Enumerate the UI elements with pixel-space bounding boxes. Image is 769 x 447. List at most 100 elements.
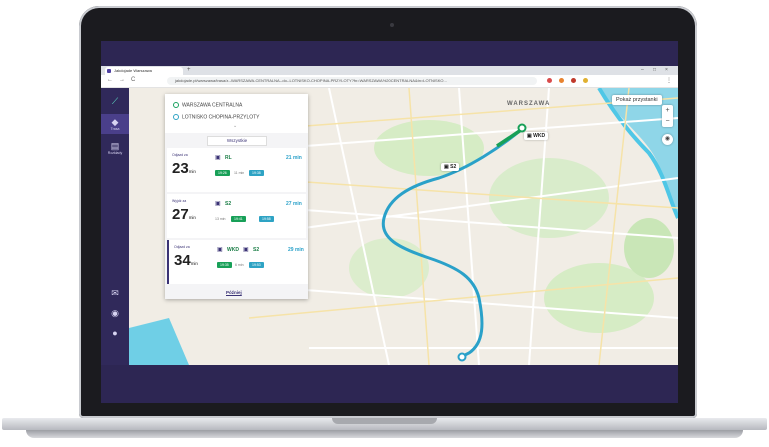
train-icon: ▣ bbox=[217, 247, 223, 253]
time-badge: 19:35 bbox=[217, 262, 232, 268]
park-area bbox=[624, 218, 674, 278]
result-item[interactable]: Odjazd za 34min ▣ WKD ▣ S2 29 min 19:35 … bbox=[167, 240, 308, 284]
sidebar-item-mail[interactable]: ✉ bbox=[101, 288, 129, 302]
laptop-base bbox=[0, 418, 769, 447]
app-area: ⟋ ◆ Trasa ▤ Rozkłady ✉ ◉ ● WARSZAWA ▣ WK… bbox=[101, 88, 678, 365]
results-list: Wszystkie Odjazd za 23min ▣ RL 21 min 19… bbox=[165, 133, 308, 299]
route-line-walk bbox=[496, 128, 524, 148]
zoom-control: + − bbox=[662, 105, 673, 127]
chevron-down-icon[interactable]: ⌄ bbox=[233, 123, 237, 129]
route-icon: ⟋ bbox=[111, 96, 119, 106]
android-icon: ◉ bbox=[111, 308, 119, 318]
duration: 21 min bbox=[286, 155, 302, 161]
back-button[interactable]: ← bbox=[107, 77, 113, 83]
sidebar-item-trasa[interactable]: ◆ Trasa bbox=[101, 114, 129, 134]
line-name: S2 bbox=[225, 201, 232, 207]
duration: 27 min bbox=[286, 201, 302, 207]
url-field[interactable]: jakdojade.pl/warszawa/trasa/z--WARSZAWA-… bbox=[167, 77, 537, 85]
leave-value: 34min bbox=[174, 252, 198, 269]
time-badge: 19:53 bbox=[249, 262, 264, 268]
sidebar-item-android[interactable]: ◉ bbox=[101, 308, 129, 322]
line-name: S2 bbox=[253, 247, 260, 253]
sidebar-item-label: Rozkłady bbox=[107, 151, 123, 155]
warning-icon[interactable] bbox=[583, 78, 588, 83]
forward-button[interactable]: → bbox=[119, 77, 125, 83]
destination-row[interactable]: LOTNISKO CHOPINA-PRZYLOTY bbox=[173, 114, 260, 120]
sidebar-item-rozklady[interactable]: ▤ Rozkłady bbox=[101, 138, 129, 158]
browser-window: Jakdojade Warszawa + – □ × ← → C jakdoja… bbox=[101, 66, 678, 365]
zoom-in-button[interactable]: + bbox=[662, 105, 673, 116]
extension-icon[interactable] bbox=[547, 78, 552, 83]
top-band bbox=[101, 41, 678, 66]
menu-icon[interactable]: ⋮ bbox=[666, 77, 672, 84]
leave-value: 23min bbox=[172, 160, 196, 177]
destination-icon bbox=[173, 114, 179, 120]
stop-label-text: WKD bbox=[533, 133, 546, 139]
walk-time: 6 min bbox=[235, 263, 244, 267]
timetable-icon: ▤ bbox=[110, 141, 120, 151]
destination-marker[interactable] bbox=[457, 352, 467, 362]
walk-time: 13 min bbox=[215, 217, 226, 221]
line-name: RL bbox=[225, 155, 232, 161]
reload-button[interactable]: C bbox=[131, 77, 135, 83]
show-stops-button[interactable]: Pokaż przystanki bbox=[612, 95, 662, 105]
tab-bar: Jakdojade Warszawa + – □ × bbox=[101, 66, 678, 75]
zoom-out-button[interactable]: − bbox=[662, 116, 673, 127]
time-badge: 19:41 bbox=[231, 216, 246, 222]
leave-label: Wyjdź za bbox=[172, 199, 187, 203]
new-tab-button[interactable]: + bbox=[187, 67, 191, 74]
duration: 29 min bbox=[288, 247, 304, 253]
stop-label-text: S2 bbox=[450, 164, 457, 170]
park-area bbox=[349, 238, 429, 298]
minimize-button[interactable]: – bbox=[641, 67, 644, 73]
camera-icon bbox=[390, 23, 394, 27]
result-item[interactable]: Wyjdź za 27min ▣ S2 27 min 13 min 19:41 … bbox=[167, 194, 306, 238]
directions-icon: ◆ bbox=[111, 117, 119, 127]
screen: Jakdojade Warszawa + – □ × ← → C jakdoja… bbox=[101, 41, 678, 403]
extension-icon[interactable] bbox=[571, 78, 576, 83]
train-icon: ▣ bbox=[243, 247, 249, 253]
close-window-button[interactable]: × bbox=[665, 67, 668, 73]
map[interactable]: WARSZAWA ▣ WKD ▣ S2 Pokaż przystanki + −… bbox=[129, 88, 678, 365]
destination-text: LOTNISKO CHOPINA-PRZYLOTY bbox=[182, 114, 260, 121]
tab-all[interactable]: Wszystkie bbox=[207, 136, 267, 146]
walk-time: 11 min bbox=[234, 171, 245, 175]
line-name: WKD bbox=[227, 247, 239, 253]
sidebar-item-label: Trasa bbox=[110, 127, 120, 131]
laptop-frame: Jakdojade Warszawa + – □ × ← → C jakdoja… bbox=[0, 0, 769, 447]
sidebar-item-apple[interactable]: ● bbox=[101, 328, 129, 342]
maximize-button[interactable]: □ bbox=[653, 67, 656, 73]
leave-value: 27min bbox=[172, 206, 196, 223]
stop-label-s2[interactable]: ▣ S2 bbox=[441, 163, 460, 171]
compass-icon[interactable]: ◉ bbox=[662, 134, 673, 145]
origin-icon bbox=[173, 102, 179, 108]
tab-title: Jakdojade Warszawa bbox=[114, 68, 152, 73]
train-icon: ▣ bbox=[215, 155, 221, 161]
park-area bbox=[374, 120, 484, 176]
origin-text: WARSZAWA CENTRALNA bbox=[182, 102, 243, 109]
later-button[interactable]: Później bbox=[226, 290, 242, 295]
time-badge: 19:26 bbox=[215, 170, 230, 176]
bottom-band bbox=[101, 365, 678, 403]
result-item[interactable]: Odjazd za 23min ▣ RL 21 min 19:26 11 min… bbox=[167, 148, 306, 192]
leave-label: Odjazd za bbox=[174, 245, 190, 249]
route-panel: WARSZAWA CENTRALNA LOTNISKO CHOPINA-PRZY… bbox=[165, 94, 308, 299]
sidebar-item-logo[interactable]: ⟋ bbox=[101, 92, 129, 112]
address-bar: ← → C jakdojade.pl/warszawa/trasa/z--WAR… bbox=[101, 75, 678, 88]
sidebar: ⟋ ◆ Trasa ▤ Rozkłady ✉ ◉ ● bbox=[101, 88, 129, 365]
base-notch bbox=[332, 418, 437, 424]
city-label: WARSZAWA bbox=[507, 101, 551, 107]
favicon-icon bbox=[107, 69, 111, 73]
extension-icon[interactable] bbox=[559, 78, 564, 83]
train-icon: ▣ bbox=[215, 201, 221, 207]
time-badge: 19:38 bbox=[249, 170, 264, 176]
browser-tab[interactable]: Jakdojade Warszawa bbox=[105, 67, 183, 75]
water-area bbox=[129, 318, 189, 365]
apple-icon: ● bbox=[112, 328, 118, 338]
time-badge: 19:58 bbox=[259, 216, 274, 222]
stop-label-wkd[interactable]: ▣ WKD bbox=[524, 132, 549, 140]
mail-icon: ✉ bbox=[111, 288, 119, 298]
origin-marker[interactable] bbox=[517, 123, 527, 133]
origin-row[interactable]: WARSZAWA CENTRALNA bbox=[173, 102, 242, 108]
leave-label: Odjazd za bbox=[172, 153, 188, 157]
